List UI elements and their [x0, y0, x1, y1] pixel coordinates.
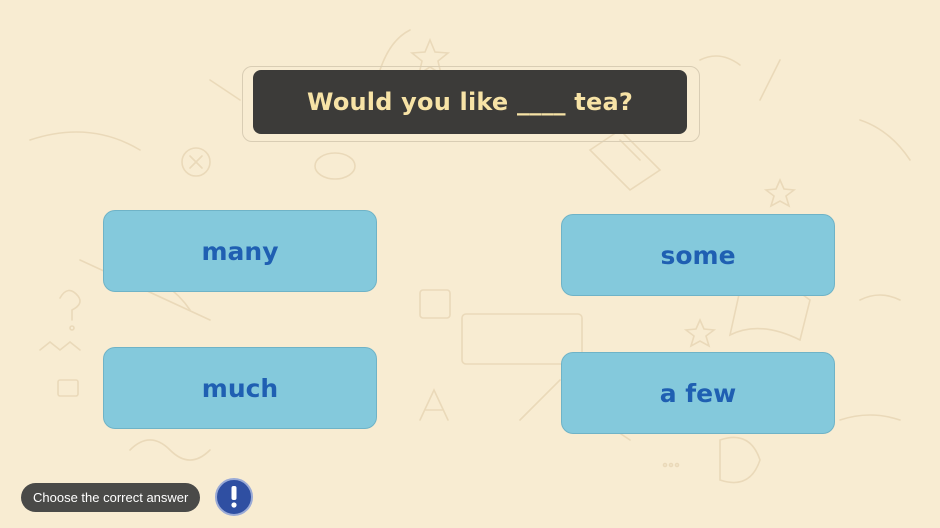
game-stage: Would you like ____ tea? many some much …	[0, 0, 940, 528]
answer-option-many[interactable]: many	[103, 210, 377, 292]
question-box: Would you like ____ tea?	[253, 70, 687, 134]
answer-option-much[interactable]: much	[103, 347, 377, 429]
instruction-pill: Choose the correct answer	[21, 483, 201, 512]
answer-option-a-few[interactable]: a few	[561, 352, 835, 434]
answer-label: many	[201, 236, 279, 266]
question-text: Would you like ____ tea?	[307, 88, 633, 116]
answer-option-some[interactable]: some	[561, 214, 835, 296]
answer-label: a few	[659, 378, 737, 408]
answer-label: much	[201, 373, 279, 403]
exclamation-icon	[231, 486, 237, 508]
hint-button[interactable]	[215, 478, 253, 516]
instruction-text: Choose the correct answer	[33, 490, 189, 505]
answer-label: some	[660, 240, 736, 270]
